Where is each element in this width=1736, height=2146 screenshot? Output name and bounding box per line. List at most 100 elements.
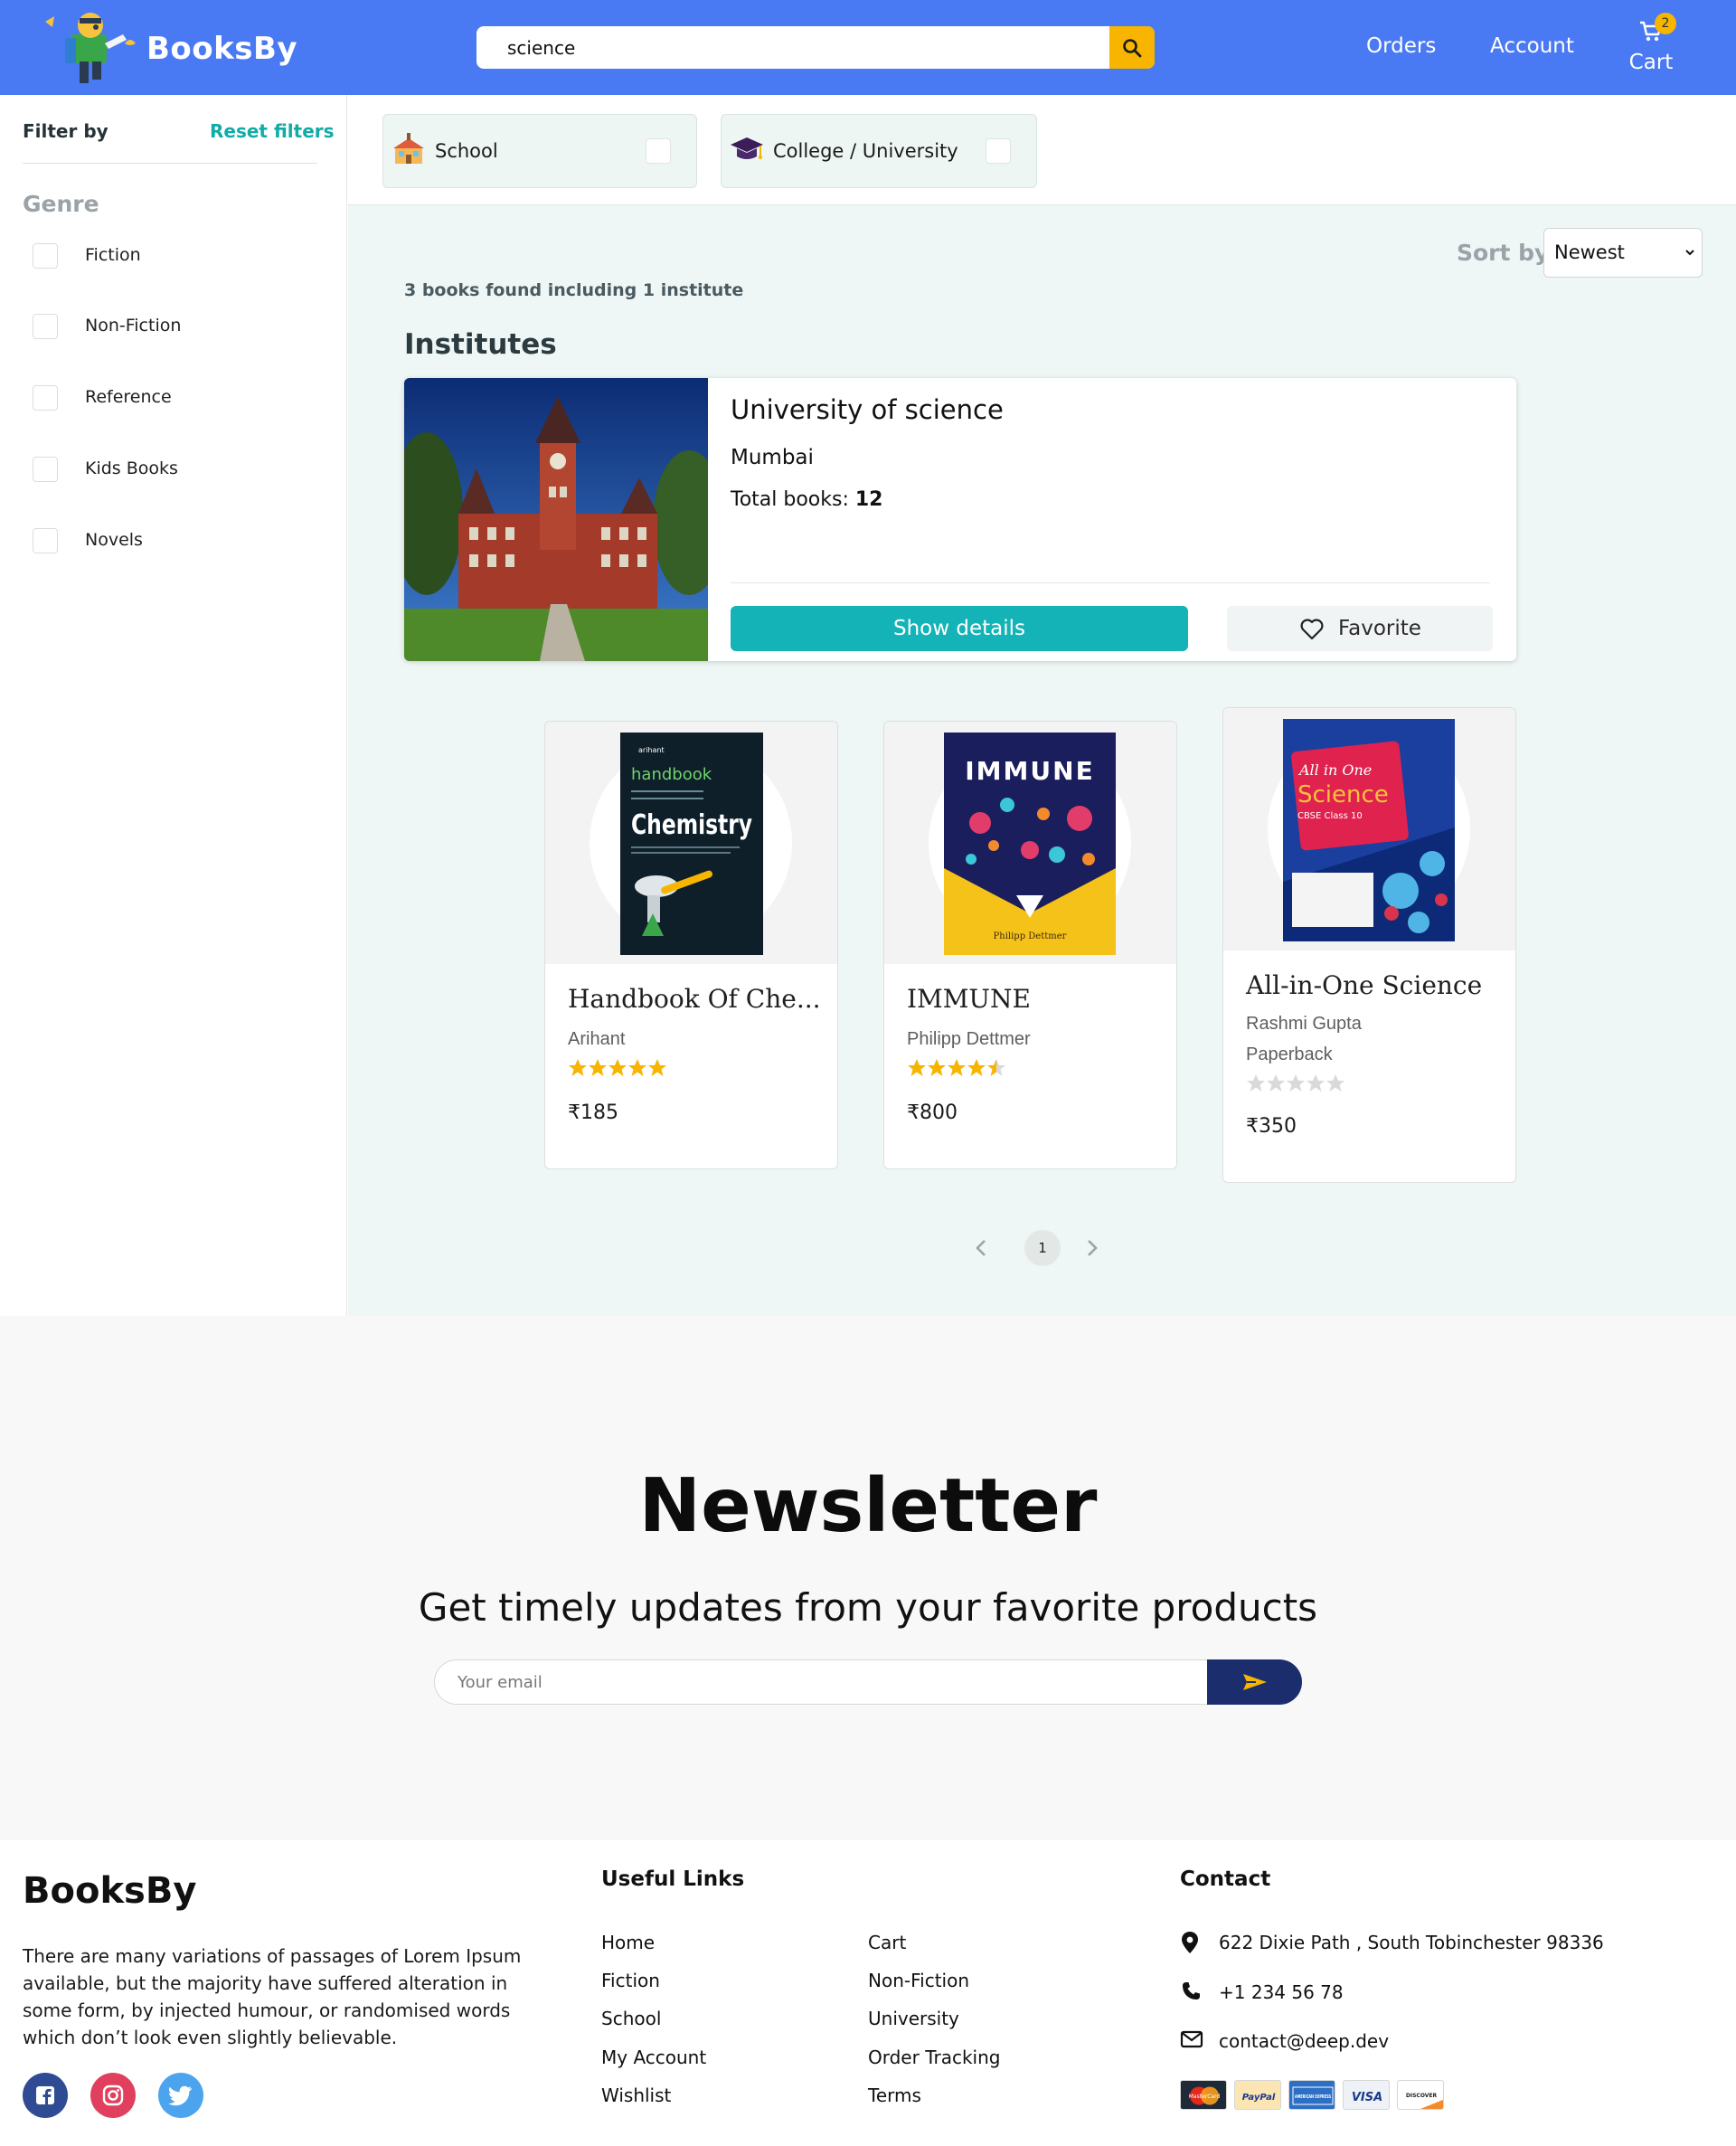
- book-cover-area: All in One Science CBSE Class 10: [1223, 708, 1515, 950]
- sort-value: Newest: [1554, 241, 1625, 263]
- checkbox[interactable]: [33, 314, 58, 339]
- footer-link-fiction[interactable]: Fiction: [601, 1970, 660, 1991]
- cart-count-badge: 2: [1655, 13, 1676, 34]
- footer-link-school[interactable]: School: [601, 2008, 661, 2029]
- institute-photo: [404, 378, 708, 661]
- amex-icon: AMERICAN EXPRESS: [1292, 2086, 1334, 2105]
- footer-link-wishlist[interactable]: Wishlist: [601, 2085, 671, 2106]
- nav-account[interactable]: Account: [1490, 34, 1574, 58]
- twitter-link[interactable]: [158, 2073, 203, 2118]
- divider: [731, 582, 1490, 583]
- paypal-icon: PayPal: [1242, 2093, 1276, 2103]
- book-title[interactable]: IMMUNE: [907, 984, 1031, 1014]
- checkbox[interactable]: [646, 138, 671, 164]
- show-details-button[interactable]: Show details: [731, 606, 1188, 651]
- book-price: ₹350: [1246, 1115, 1297, 1138]
- discover-icon: DISCOVER: [1406, 2093, 1443, 2109]
- checkbox[interactable]: [986, 138, 1011, 164]
- footer-brand: BooksBy: [23, 1870, 197, 1912]
- genre-filter-reference[interactable]: Reference: [33, 384, 304, 411]
- payment-label: VISA: [1352, 2091, 1382, 2104]
- reset-filters-link[interactable]: Reset filters: [210, 120, 335, 142]
- genre-label: Kids Books: [85, 459, 178, 478]
- genre-filter-fiction[interactable]: Fiction: [33, 242, 304, 269]
- mail-icon: [1180, 2030, 1203, 2048]
- newsletter-submit-button[interactable]: [1207, 1659, 1302, 1705]
- newsletter-email-input[interactable]: [434, 1659, 1213, 1705]
- genre-filter-kids-books[interactable]: Kids Books: [33, 456, 304, 483]
- brand-logo[interactable]: BooksBy: [43, 7, 297, 87]
- cover-author: Philipp Dettmer: [994, 931, 1067, 941]
- institute-city: Mumbai: [731, 446, 814, 469]
- footer-link-cart[interactable]: Cart: [868, 1932, 906, 1953]
- instagram-link[interactable]: [90, 2073, 136, 2118]
- cover-title: Science: [1297, 781, 1389, 808]
- book-cover-science: All in One Science CBSE Class 10: [1283, 719, 1455, 941]
- payment-label: AMERICAN EXPRESS: [1295, 2094, 1331, 2100]
- genre-filter-non-fiction[interactable]: Non-Fiction: [33, 313, 304, 340]
- type-filter-school[interactable]: School: [382, 114, 697, 188]
- amex-badge: AMERICAN EXPRESS: [1288, 2080, 1335, 2110]
- phone-text: +1 234 56 78: [1219, 1981, 1344, 2003]
- footer-link-terms[interactable]: Terms: [868, 2085, 921, 2106]
- checkbox[interactable]: [33, 457, 58, 482]
- sort-dropdown[interactable]: Newest: [1543, 228, 1703, 278]
- institution-type-bar: School College / University: [348, 95, 1736, 205]
- mastercard-badge: MasterCard: [1180, 2080, 1227, 2110]
- contact-heading: Contact: [1180, 1867, 1271, 1891]
- results-count: 3 books found including 1 institute: [404, 280, 744, 300]
- phone-icon: [1183, 1982, 1200, 1999]
- checkbox[interactable]: [33, 243, 58, 269]
- book-title[interactable]: All-in-One Science: [1246, 970, 1482, 1000]
- type-filter-college-university[interactable]: College / University: [721, 114, 1037, 188]
- footer-link-my-account[interactable]: My Account: [601, 2047, 706, 2068]
- star-rating-0: [1247, 1074, 1344, 1092]
- book-cover-area: arihant handbook Chemistry: [545, 722, 837, 964]
- footer-link-home[interactable]: Home: [601, 1932, 655, 1953]
- favorite-button[interactable]: Favorite: [1227, 606, 1493, 651]
- genre-label: Non-Fiction: [85, 316, 182, 336]
- previous-page-icon[interactable]: [972, 1237, 992, 1259]
- book-cover-immune: IMMUNE Philipp Dettmer: [944, 733, 1116, 955]
- facebook-icon: [36, 2086, 54, 2104]
- graduation-cap-icon: [731, 137, 763, 159]
- favorite-label: Favorite: [1338, 617, 1421, 640]
- checkbox[interactable]: [33, 385, 58, 411]
- facebook-link[interactable]: [23, 2073, 68, 2118]
- mastercard-icon: MasterCard: [1189, 2086, 1221, 2105]
- next-page-icon[interactable]: [1081, 1237, 1101, 1259]
- book-format: Paperback: [1246, 1045, 1333, 1064]
- useful-links-heading: Useful Links: [601, 1867, 745, 1891]
- heart-icon: [1300, 619, 1324, 640]
- footer-about-text: There are many variations of passages of…: [23, 1945, 522, 2048]
- book-title[interactable]: Handbook Of Che...: [568, 984, 821, 1014]
- newsletter-title: Newsletter: [638, 1463, 1098, 1549]
- book-card[interactable]: IMMUNE Philipp Dettmer IMMUNE Philipp De…: [883, 721, 1177, 1169]
- cover-series: All in One: [1297, 761, 1372, 779]
- total-books-label: Total books:: [731, 488, 849, 511]
- paypal-badge: PayPal: [1234, 2080, 1281, 2110]
- institutes-heading: Institutes: [404, 328, 557, 361]
- book-card[interactable]: arihant handbook Chemistry Handbook Of C…: [544, 721, 838, 1169]
- nav-cart[interactable]: 2 Cart: [1624, 13, 1678, 80]
- search-button[interactable]: [1109, 26, 1155, 69]
- institute-name[interactable]: University of science: [731, 394, 1004, 425]
- book-card[interactable]: All in One Science CBSE Class 10 All-in-…: [1222, 707, 1516, 1183]
- visa-badge: VISA: [1343, 2080, 1390, 2110]
- search-bar: [476, 26, 1155, 69]
- search-input[interactable]: [476, 26, 1109, 69]
- checkbox[interactable]: [33, 528, 58, 553]
- nav-orders[interactable]: Orders: [1366, 34, 1436, 58]
- footer-link-order-tracking[interactable]: Order Tracking: [868, 2047, 1000, 2068]
- cover-title: Chemistry: [631, 809, 752, 841]
- payment-label: MasterCard: [1189, 2094, 1221, 2100]
- payment-label: PayPal: [1242, 2093, 1276, 2103]
- address-text: 622 Dixie Path , South Tobinchester 9833…: [1219, 1932, 1604, 1953]
- email-text: contact@deep.dev: [1219, 2030, 1390, 2052]
- footer-link-university[interactable]: University: [868, 2008, 959, 2029]
- mascot-logo-icon: [45, 13, 136, 83]
- newsletter-subtitle: Get timely updates from your favorite pr…: [418, 1585, 1318, 1630]
- genre-filter-novels[interactable]: Novels: [33, 527, 304, 554]
- footer-link-non-fiction[interactable]: Non-Fiction: [868, 1970, 969, 1991]
- page-number-current[interactable]: 1: [1024, 1230, 1061, 1266]
